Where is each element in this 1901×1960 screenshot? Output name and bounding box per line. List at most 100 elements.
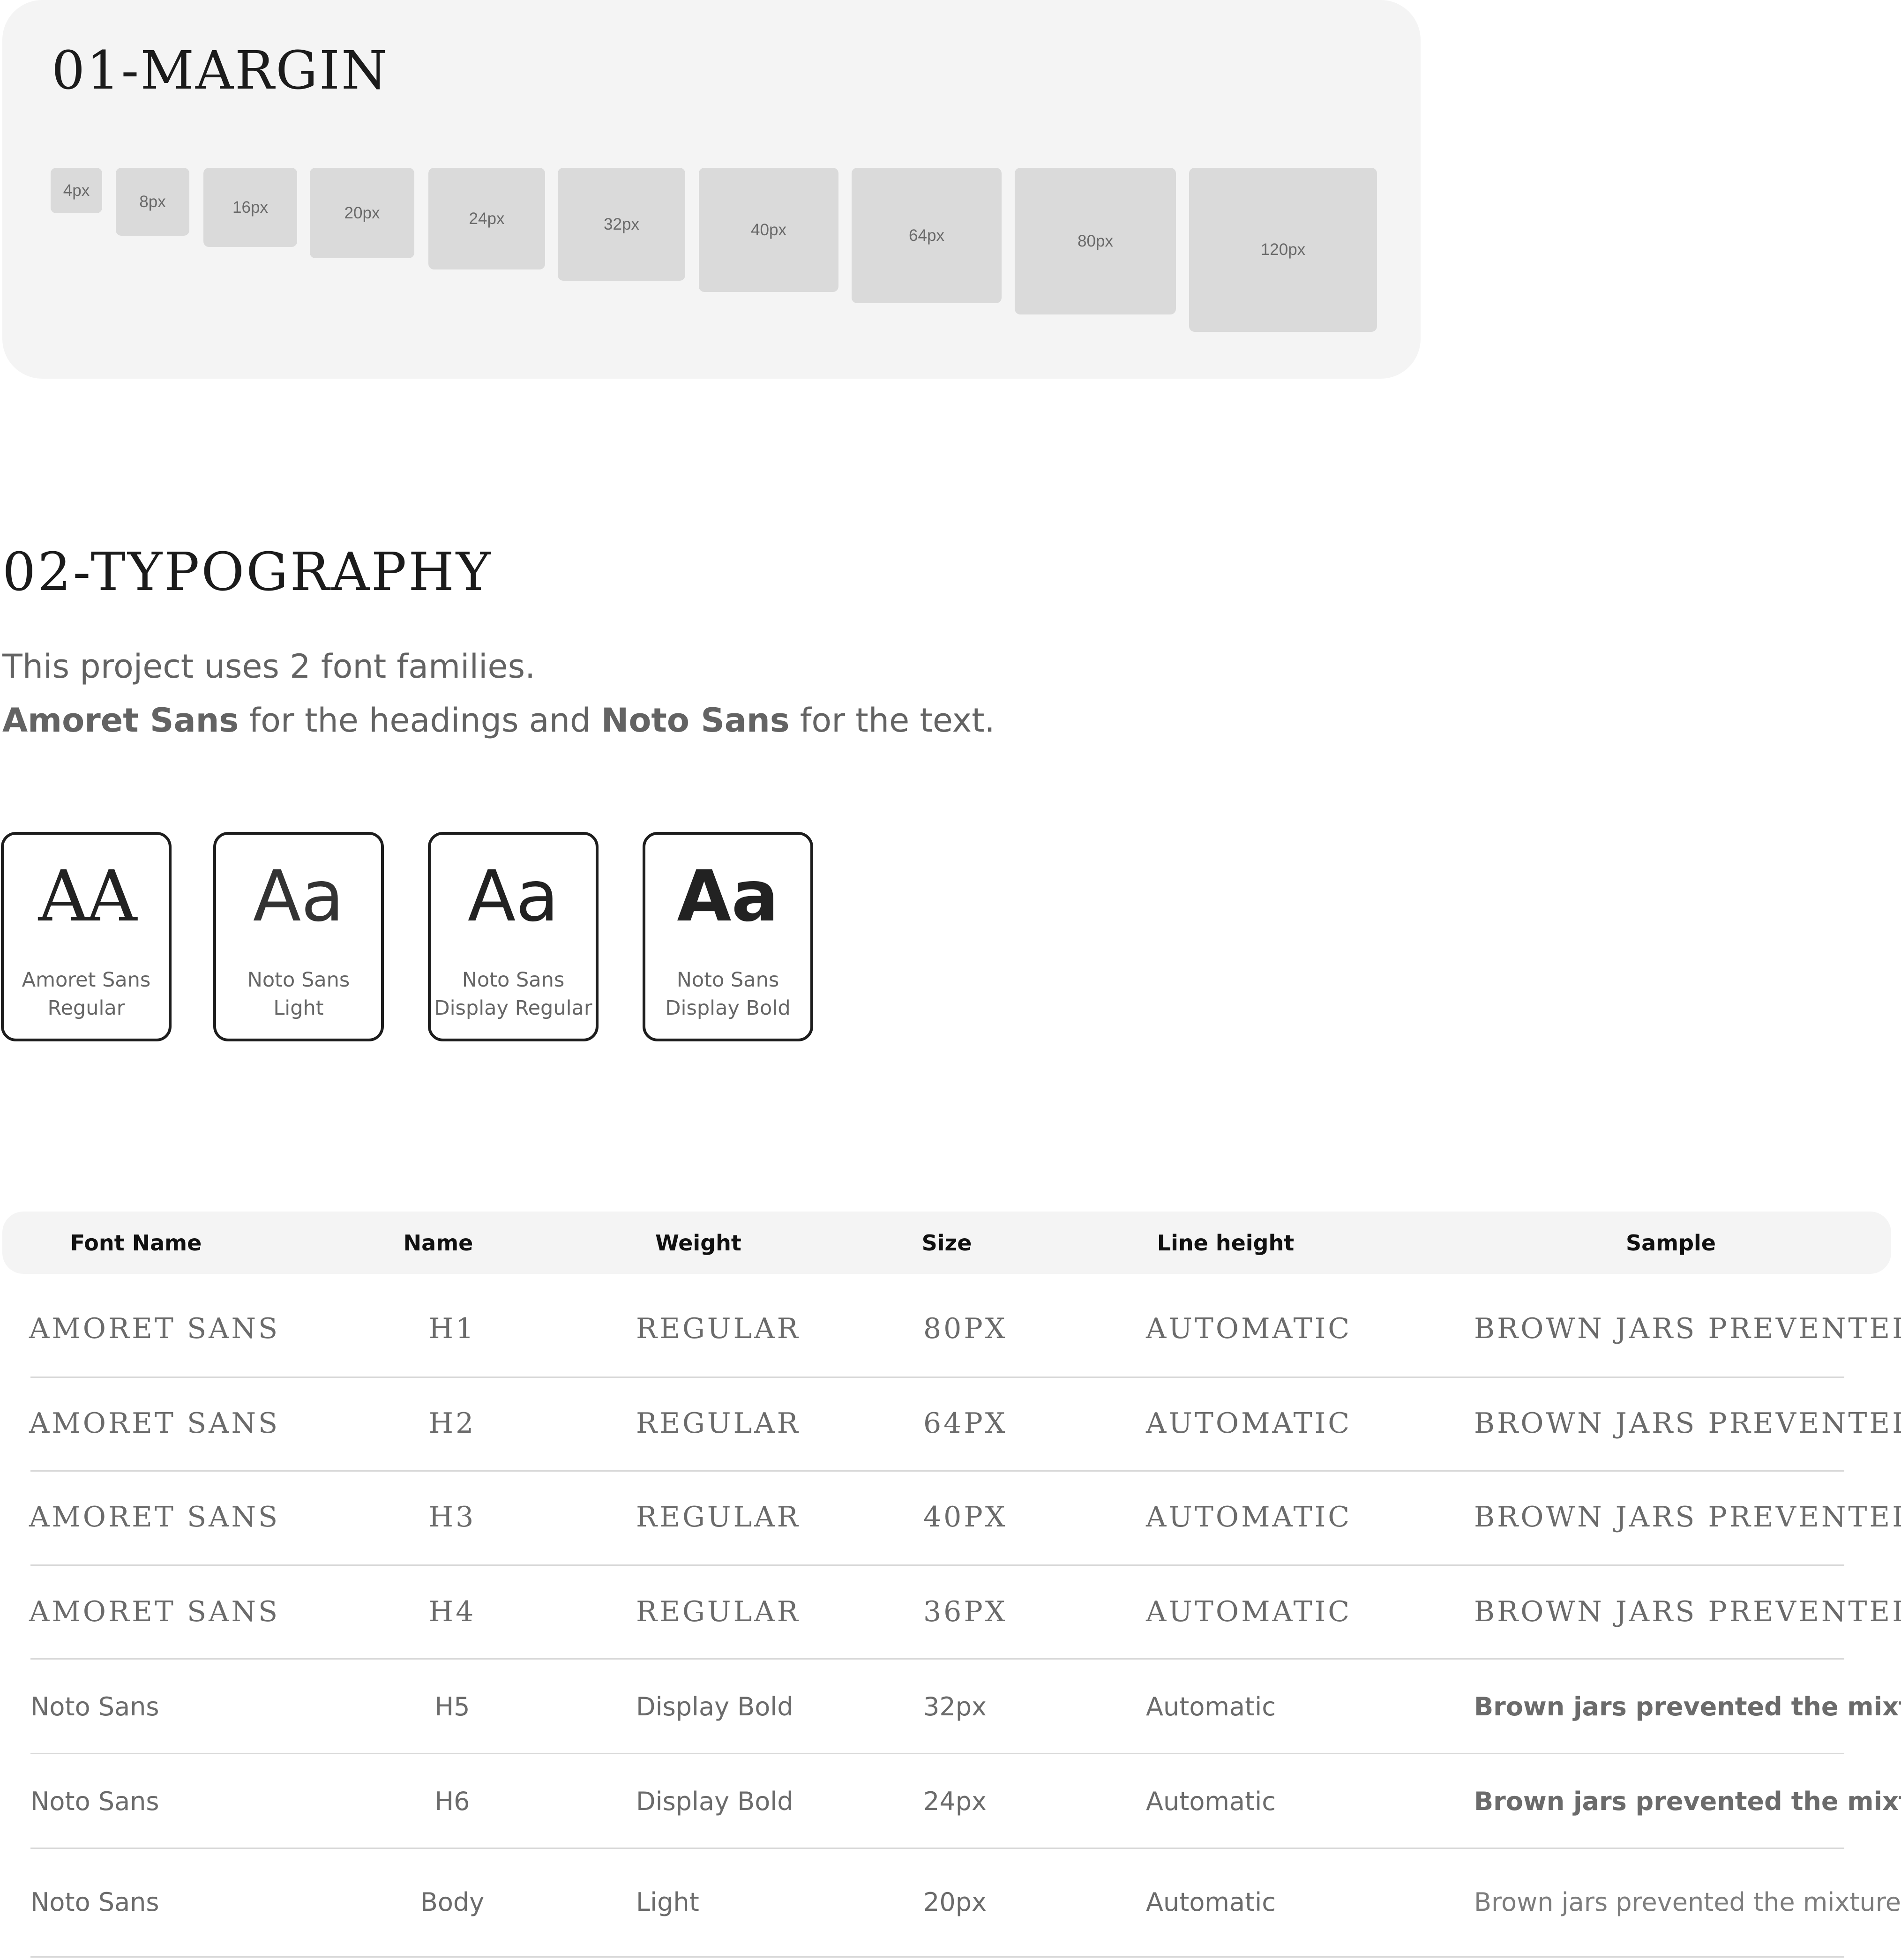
cell-font-name: Noto Sans <box>30 1786 159 1816</box>
table-row: AMORET SANS H3 REGULAR 40PX AUTOMATIC BR… <box>0 1470 1901 1566</box>
cell-weight: REGULAR <box>636 1312 801 1345</box>
cell-font-name: AMORET SANS <box>29 1595 280 1628</box>
column-header-weight: Weight <box>655 1230 741 1256</box>
table-row: Noto Sans H5 Display Bold 32px Automatic… <box>0 1659 1901 1754</box>
cell-size: 24px <box>923 1786 987 1816</box>
typography-title: 02-TYPOGRAPHY <box>2 542 493 603</box>
font-card-label-line-2: Light <box>273 996 324 1020</box>
cell-line-height: AUTOMATIC <box>1146 1407 1352 1440</box>
table-row: AMORET SANS H2 REGULAR 64PX AUTOMATIC BR… <box>0 1376 1901 1472</box>
cell-sample: BROWN JARS PREVENTED <box>1474 1501 1901 1534</box>
cell-line-height: Automatic <box>1146 1691 1276 1721</box>
row-divider <box>30 1956 1844 1958</box>
cell-name: H6 <box>434 1786 470 1816</box>
cell-font-name: AMORET SANS <box>29 1312 280 1345</box>
cell-sample: BROWN JARS PREVENTED <box>1474 1595 1901 1628</box>
font-card-label: Noto Sans Light <box>216 966 381 1022</box>
margin-swatch-label: 64px <box>909 226 944 245</box>
font-card-noto-light: Aa Noto Sans Light <box>213 832 384 1041</box>
cell-sample: BROWN JARS PREVENTED <box>1474 1407 1901 1440</box>
margin-swatch-label: 40px <box>751 220 786 239</box>
font-card-label: Noto Sans Display Bold <box>645 966 810 1022</box>
cell-size: 36PX <box>923 1595 1008 1628</box>
font-card-label-line-2: Display Regular <box>434 996 592 1020</box>
margin-swatch-20px: 20px <box>310 168 414 258</box>
cell-line-height: AUTOMATIC <box>1146 1595 1352 1628</box>
cell-size: 40PX <box>923 1501 1008 1534</box>
cell-size: 80PX <box>923 1312 1008 1345</box>
cell-name: H3 <box>428 1501 476 1534</box>
margin-swatch-120px: 120px <box>1189 168 1377 332</box>
font-card-glyph: Aa <box>253 856 344 937</box>
margin-swatch-label: 16px <box>232 198 268 217</box>
table-row: AMORET SANS H4 REGULAR 36PX AUTOMATIC BR… <box>0 1564 1901 1660</box>
cell-line-height: Automatic <box>1146 1887 1276 1917</box>
cell-weight: Display Bold <box>636 1691 793 1721</box>
typography-intro: This project uses 2 font families. Amore… <box>2 640 1221 748</box>
table-row: Noto Sans Body Light 20px Automatic Brow… <box>0 1848 1901 1958</box>
intro-heading-font: Amoret Sans <box>2 701 239 740</box>
cell-size: 20px <box>923 1887 987 1917</box>
cell-sample: Brown jars prevented the mixture <box>1474 1691 1901 1721</box>
margin-swatch-8px: 8px <box>116 168 189 236</box>
cell-sample: Brown jars prevented the mixture <box>1474 1786 1901 1816</box>
column-header-size: Size <box>921 1230 972 1256</box>
font-card-label-line-2: Display Bold <box>665 996 791 1020</box>
column-header-line-height: Line height <box>1157 1230 1295 1256</box>
cell-name: Body <box>420 1887 485 1917</box>
cell-name: H5 <box>434 1691 470 1721</box>
column-header-sample: Sample <box>1626 1230 1716 1256</box>
font-card-label: Amoret Sans Regular <box>4 966 169 1022</box>
cell-line-height: AUTOMATIC <box>1146 1501 1352 1534</box>
margin-swatch-32px: 32px <box>558 168 685 281</box>
font-card-noto-display-regular: Aa Noto Sans Display Regular <box>428 832 599 1041</box>
cell-line-height: Automatic <box>1146 1786 1276 1816</box>
margin-swatch-label: 24px <box>469 209 505 228</box>
margin-swatch-label: 32px <box>604 215 639 233</box>
column-header-name: Name <box>403 1230 473 1256</box>
font-card-glyph: Aa <box>467 856 559 937</box>
cell-name: H4 <box>428 1595 476 1628</box>
intro-line-1: This project uses 2 font families. <box>2 647 536 686</box>
type-scale-table-header: Font Name Name Weight Size Line height S… <box>2 1212 1891 1274</box>
font-card-glyph: Aa <box>677 856 779 937</box>
margin-swatch-24px: 24px <box>428 168 545 269</box>
margin-swatch-4px: 4px <box>51 168 102 213</box>
cell-font-name: Noto Sans <box>30 1887 159 1917</box>
cell-size: 64PX <box>923 1407 1008 1440</box>
cell-weight: REGULAR <box>636 1595 801 1628</box>
cell-name: H1 <box>428 1312 476 1345</box>
cell-weight: Display Bold <box>636 1786 793 1816</box>
cell-weight: REGULAR <box>636 1407 801 1440</box>
font-card-noto-display-bold: Aa Noto Sans Display Bold <box>643 832 813 1041</box>
font-card-amoret-regular: AA Amoret Sans Regular <box>1 832 172 1041</box>
font-card-glyph: AA <box>38 856 137 937</box>
margin-swatch-label: 120px <box>1260 240 1306 259</box>
margin-swatch-40px: 40px <box>699 168 838 292</box>
margin-section: 01-MARGIN 4px 8px 16px 20px 24px 32px 40… <box>2 0 1421 379</box>
margin-title: 01-MARGIN <box>52 40 389 101</box>
font-card-label-line-1: Amoret Sans <box>22 968 151 992</box>
font-card-label-line-1: Noto Sans <box>676 968 779 992</box>
margin-swatch-64px: 64px <box>852 168 1002 303</box>
margin-swatch-label: 8px <box>139 192 166 211</box>
cell-font-name: AMORET SANS <box>29 1407 280 1440</box>
cell-name: H2 <box>428 1407 476 1440</box>
font-card-label-line-1: Noto Sans <box>247 968 350 992</box>
intro-text-font: Noto Sans <box>601 701 790 740</box>
intro-line-2: Amoret Sans for the headings and Noto Sa… <box>2 694 1221 748</box>
margin-swatch-label: 4px <box>63 181 90 200</box>
cell-font-name: Noto Sans <box>30 1691 159 1721</box>
column-header-font-name: Font Name <box>70 1230 202 1256</box>
margin-swatch-80px: 80px <box>1015 168 1176 314</box>
intro-end-text: for the text. <box>789 701 995 740</box>
cell-font-name: AMORET SANS <box>29 1501 280 1534</box>
font-card-label-line-2: Regular <box>47 996 125 1020</box>
font-card-label: Noto Sans Display Regular <box>431 966 596 1022</box>
margin-swatch-16px: 16px <box>203 168 297 247</box>
cell-sample: BROWN JARS PREVENTED <box>1474 1312 1901 1345</box>
cell-line-height: AUTOMATIC <box>1146 1312 1352 1345</box>
cell-weight: Light <box>636 1887 699 1917</box>
font-card-label-line-1: Noto Sans <box>462 968 565 992</box>
cell-size: 32px <box>923 1691 987 1721</box>
